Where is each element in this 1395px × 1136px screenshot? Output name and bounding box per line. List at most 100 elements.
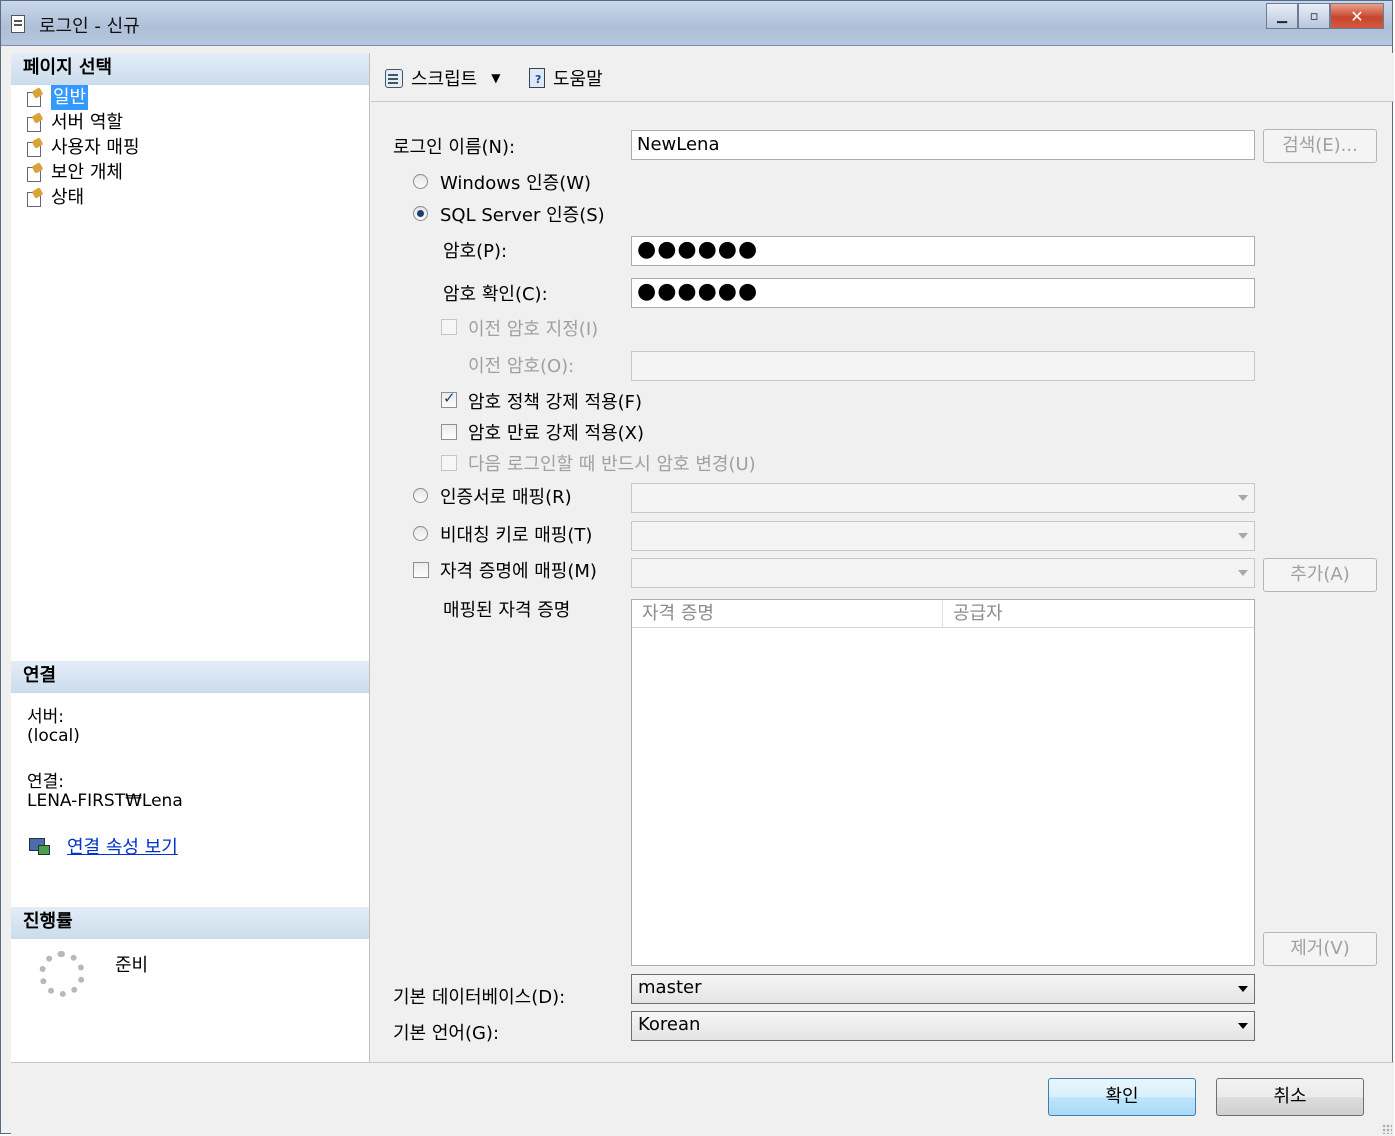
resize-grip-icon[interactable] bbox=[1382, 1124, 1392, 1134]
page-list: 일반 서버 역할 사용자 매핑 보안 개체 상태 bbox=[11, 85, 369, 210]
asym-key-select[interactable] bbox=[631, 521, 1255, 551]
sidebar-item-server-roles[interactable]: 서버 역할 bbox=[11, 110, 369, 135]
specify-old-password-label: 이전 암호 지정(I) bbox=[468, 319, 599, 340]
old-password-field[interactable] bbox=[631, 351, 1255, 381]
toolbar: 스크립트 ▼ 도움말 bbox=[371, 53, 1394, 102]
server-label: 서버: bbox=[27, 707, 65, 727]
script-button[interactable]: 스크립트 ▼ bbox=[383, 65, 500, 91]
page-icon bbox=[25, 114, 43, 132]
script-label: 스크립트 bbox=[411, 69, 478, 90]
chevron-down-icon[interactable]: ▼ bbox=[491, 71, 500, 85]
network-icon bbox=[29, 836, 51, 856]
login-name-label: 로그인 이름(N): bbox=[393, 137, 516, 158]
connection-header: 연결 bbox=[11, 661, 369, 693]
windows-auth-radio[interactable] bbox=[413, 174, 428, 189]
dialog-footer: 확인 취소 bbox=[11, 1062, 1394, 1136]
login-name-input[interactable]: NewLena bbox=[631, 130, 1255, 160]
certificate-select[interactable] bbox=[631, 483, 1255, 513]
view-connection-properties-link[interactable]: 연결 속성 보기 bbox=[67, 833, 178, 859]
chevron-down-icon bbox=[1238, 570, 1248, 576]
default-database-label: 기본 데이터베이스(D): bbox=[393, 987, 566, 1008]
connection-info: 서버: (local) 연결: LENA-FIRST₩Lena bbox=[11, 708, 183, 811]
minimize-button[interactable]: ▁ bbox=[1266, 3, 1298, 29]
password-field[interactable]: ●●●●●● bbox=[631, 236, 1255, 266]
default-database-select[interactable]: master bbox=[631, 974, 1255, 1004]
page-icon bbox=[25, 189, 43, 207]
script-icon bbox=[383, 67, 405, 89]
sql-auth-radio[interactable] bbox=[413, 206, 428, 221]
sidebar: 페이지 선택 일반 서버 역할 사용자 매핑 보안 개체 상태 연결 서버: (… bbox=[11, 53, 370, 1062]
maximize-button[interactable]: ▫ bbox=[1298, 3, 1330, 29]
sidebar-item-securables[interactable]: 보안 개체 bbox=[11, 160, 369, 185]
sidebar-item-general[interactable]: 일반 bbox=[11, 85, 369, 110]
window-icon bbox=[11, 15, 25, 33]
cert-mapping-label[interactable]: 인증서로 매핑(R) bbox=[440, 483, 572, 509]
maximize-icon: ▫ bbox=[1309, 8, 1319, 24]
title-bar[interactable]: 로그인 - 신규 ▁ ▫ ✕ bbox=[1, 1, 1392, 46]
list-header: 자격 증명 공급자 bbox=[632, 600, 1254, 628]
default-database-value: master bbox=[638, 977, 702, 998]
sidebar-item-label: 보안 개체 bbox=[51, 162, 123, 183]
help-icon bbox=[527, 67, 547, 89]
sidebar-item-label: 사용자 매핑 bbox=[51, 137, 140, 158]
page-select-header: 페이지 선택 bbox=[11, 53, 369, 85]
general-page: 로그인 이름(N): NewLena 검색(E)... Windows 인증(W… bbox=[371, 102, 1394, 1062]
close-icon: ✕ bbox=[1350, 6, 1364, 26]
remove-credential-button[interactable]: 제거(V) bbox=[1263, 932, 1377, 966]
enforce-expiration-checkbox[interactable] bbox=[441, 424, 457, 440]
must-change-label: 다음 로그인할 때 반드시 암호 변경(U) bbox=[468, 454, 756, 475]
chevron-down-icon bbox=[1238, 1023, 1248, 1029]
enforce-policy-checkbox[interactable] bbox=[441, 389, 457, 408]
enforce-policy-label[interactable]: 암호 정책 강제 적용(F) bbox=[468, 388, 642, 414]
column-credential[interactable]: 자격 증명 bbox=[632, 600, 943, 627]
progress-header: 진행률 bbox=[11, 907, 369, 939]
page-icon bbox=[25, 89, 43, 107]
credential-mapping-label[interactable]: 자격 증명에 매핑(M) bbox=[440, 557, 597, 583]
minimize-icon: ▁ bbox=[1277, 8, 1287, 24]
confirm-password-label: 암호 확인(C): bbox=[443, 284, 548, 305]
column-provider[interactable]: 공급자 bbox=[943, 600, 1254, 627]
search-button[interactable]: 검색(E)... bbox=[1263, 129, 1377, 163]
page-icon bbox=[25, 139, 43, 157]
sidebar-item-label: 서버 역할 bbox=[51, 112, 123, 133]
credential-mapping-checkbox[interactable] bbox=[413, 562, 429, 578]
sidebar-item-label: 일반 bbox=[51, 85, 89, 110]
sidebar-item-status[interactable]: 상태 bbox=[11, 185, 369, 210]
chevron-down-icon bbox=[1238, 986, 1248, 992]
view-connection-properties[interactable]: 연결 속성 보기 bbox=[11, 831, 178, 861]
must-change-checkbox[interactable] bbox=[441, 455, 457, 471]
password-label: 암호(P): bbox=[443, 241, 508, 262]
asym-key-mapping-label[interactable]: 비대칭 키로 매핑(T) bbox=[440, 521, 592, 547]
credential-select[interactable] bbox=[631, 558, 1255, 588]
sidebar-item-user-mapping[interactable]: 사용자 매핑 bbox=[11, 135, 369, 160]
default-language-value: Korean bbox=[638, 1014, 701, 1035]
enforce-expiration-label[interactable]: 암호 만료 강제 적용(X) bbox=[468, 419, 644, 445]
connection-value: LENA-FIRST₩Lena bbox=[27, 791, 183, 811]
progress-spinner-icon bbox=[39, 951, 85, 997]
help-label: 도움말 bbox=[553, 69, 603, 90]
window-controls: ▁ ▫ ✕ bbox=[1266, 3, 1384, 29]
windows-auth-label[interactable]: Windows 인증(W) bbox=[440, 169, 591, 195]
default-language-select[interactable]: Korean bbox=[631, 1011, 1255, 1041]
specify-old-password-checkbox[interactable] bbox=[441, 319, 457, 335]
default-language-label: 기본 언어(G): bbox=[393, 1023, 500, 1044]
chevron-down-icon bbox=[1238, 495, 1248, 501]
progress-status: 준비 bbox=[115, 955, 149, 976]
cert-mapping-radio[interactable] bbox=[413, 488, 428, 503]
add-credential-button[interactable]: 추가(A) bbox=[1263, 558, 1377, 592]
sql-auth-label[interactable]: SQL Server 인증(S) bbox=[440, 201, 605, 227]
old-password-label: 이전 암호(O): bbox=[468, 356, 575, 377]
chevron-down-icon bbox=[1238, 533, 1248, 539]
login-new-dialog: 로그인 - 신규 ▁ ▫ ✕ 페이지 선택 일반 서버 역할 사용자 매핑 보안… bbox=[0, 0, 1394, 1136]
connection-label: 연결: bbox=[27, 772, 65, 792]
close-button[interactable]: ✕ bbox=[1330, 3, 1384, 29]
server-value: (local) bbox=[27, 726, 80, 746]
help-button[interactable]: 도움말 bbox=[527, 65, 603, 91]
asym-key-mapping-radio[interactable] bbox=[413, 526, 428, 541]
confirm-password-field[interactable]: ●●●●●● bbox=[631, 278, 1255, 308]
mapped-credentials-label: 매핑된 자격 증명 bbox=[443, 600, 571, 621]
sidebar-item-label: 상태 bbox=[51, 187, 85, 208]
cancel-button[interactable]: 취소 bbox=[1216, 1078, 1364, 1116]
ok-button[interactable]: 확인 bbox=[1048, 1078, 1196, 1116]
mapped-credentials-list[interactable]: 자격 증명 공급자 bbox=[631, 599, 1255, 966]
